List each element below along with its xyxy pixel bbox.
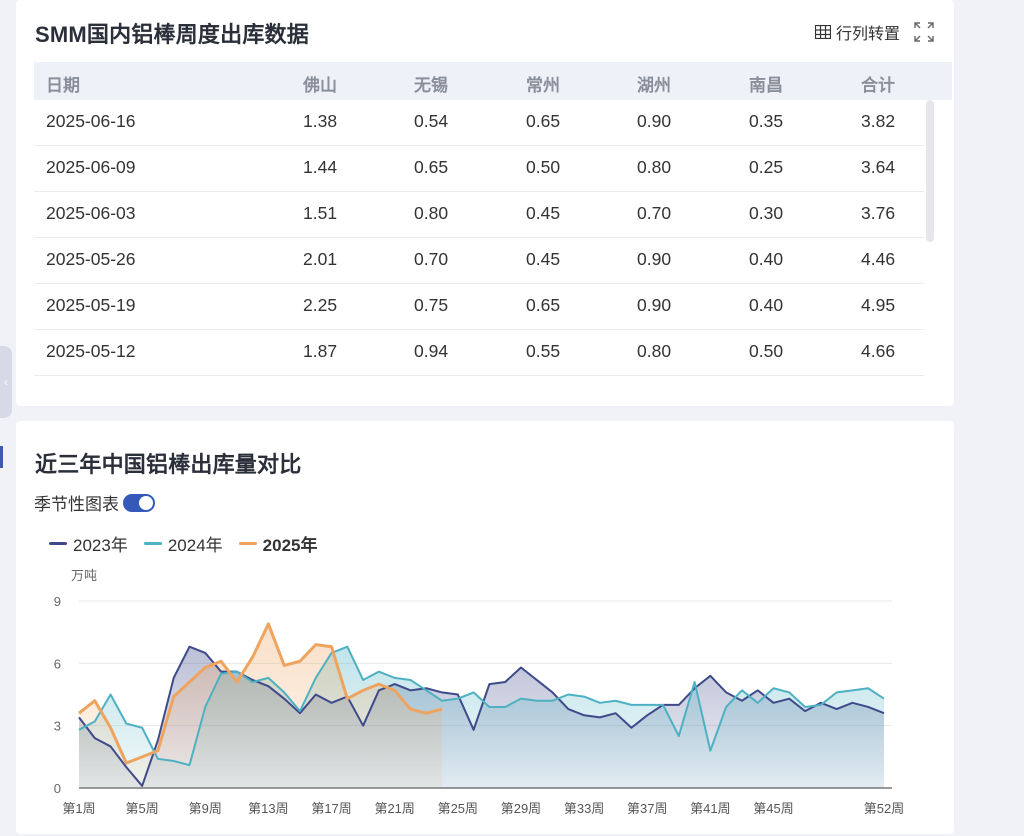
cell-nanchang: 0.40 bbox=[749, 295, 784, 315]
table-body[interactable]: 2025-06-16 1.38 0.54 0.65 0.90 0.35 3.82 2025-0… bbox=[34, 100, 934, 393]
cell-changzhou: 0.65 bbox=[526, 111, 561, 131]
y-tick-label: 0 bbox=[54, 781, 61, 796]
cell-changzhou: 0.50 bbox=[526, 157, 561, 177]
x-tick-label: 第25周 bbox=[438, 801, 478, 816]
cell-nanchang: 0.40 bbox=[749, 249, 784, 269]
column-header-wuxi: 无锡 bbox=[414, 76, 448, 95]
comparison-chart-card: 近三年中国铝棒出库量对比 季节性图表 2023年 2024年 2025年 万吨 0 3 6… bbox=[16, 421, 954, 834]
cell-total: 3.82 bbox=[861, 111, 896, 131]
y-tick-label: 6 bbox=[54, 656, 61, 671]
x-tick-label: 第5周 bbox=[126, 801, 159, 816]
cell-total: 3.64 bbox=[861, 157, 896, 177]
cell-huzhou: 0.80 bbox=[637, 341, 672, 361]
chart-plot: 万吨 0 3 6 9 第1周 第5周 第9周 第13周 第17周 第21周 第25周 第29周 第33周 第… bbox=[54, 568, 904, 816]
y-tick-label: 3 bbox=[54, 719, 61, 734]
cell-huzhou: 0.70 bbox=[637, 203, 672, 223]
cell-date: 2025-06-09 bbox=[46, 157, 136, 177]
table-row[interactable]: 2025-06-09 1.44 0.65 0.50 0.80 0.25 3.64 bbox=[34, 146, 924, 192]
x-tick-label: 第41周 bbox=[690, 801, 730, 816]
cell-total: 4.66 bbox=[861, 341, 896, 361]
cell-huzhou: 0.90 bbox=[637, 111, 672, 131]
cell-huzhou: 0.80 bbox=[637, 157, 672, 177]
cell-wuxi: 0.65 bbox=[414, 157, 449, 177]
x-tick-label: 第1周 bbox=[62, 801, 95, 816]
cell-date: 2025-05-26 bbox=[46, 249, 136, 269]
column-header-huzhou: 湖州 bbox=[637, 76, 671, 95]
cell-wuxi: 0.75 bbox=[414, 295, 449, 315]
cell-foshan: 1.44 bbox=[303, 157, 338, 177]
cell-wuxi: 0.94 bbox=[414, 341, 449, 361]
table-toolbar: 行列转置 bbox=[814, 20, 934, 44]
x-tick-label: 第45周 bbox=[753, 801, 793, 816]
column-header-foshan: 佛山 bbox=[303, 76, 337, 95]
cell-changzhou: 0.65 bbox=[526, 295, 561, 315]
cell-date: 2025-05-12 bbox=[46, 341, 136, 361]
cell-nanchang: 0.50 bbox=[749, 341, 784, 361]
series-area bbox=[79, 623, 443, 788]
cell-nanchang: 0.35 bbox=[749, 111, 784, 131]
cell-foshan: 2.01 bbox=[303, 249, 338, 269]
x-tick-label: 第29周 bbox=[501, 801, 541, 816]
cell-total: 3.76 bbox=[861, 203, 896, 223]
x-tick-label: 第21周 bbox=[374, 801, 414, 816]
sidebar-collapse-handle[interactable]: ‹ bbox=[0, 346, 12, 418]
column-header-nanchang: 南昌 bbox=[749, 76, 783, 95]
cell-total: 4.95 bbox=[861, 295, 896, 315]
cell-changzhou: 0.45 bbox=[526, 203, 561, 223]
x-tick-label: 第52周 bbox=[864, 801, 904, 816]
cell-wuxi: 0.54 bbox=[414, 111, 449, 131]
cell-total: 4.46 bbox=[861, 249, 896, 269]
chevron-left-icon: ‹ bbox=[4, 375, 8, 389]
x-tick-label: 第13周 bbox=[248, 801, 288, 816]
side-active-marker bbox=[0, 446, 3, 468]
column-header-total: 合计 bbox=[861, 76, 895, 95]
x-tick-label: 第9周 bbox=[189, 801, 222, 816]
table-grid-icon bbox=[814, 25, 831, 39]
cell-date: 2025-06-16 bbox=[46, 111, 136, 131]
table-row[interactable]: 2025-05-12 1.87 0.94 0.55 0.80 0.50 4.66 bbox=[34, 330, 924, 376]
cell-date: 2025-05-19 bbox=[46, 295, 136, 315]
column-header-changzhou: 常州 bbox=[526, 76, 560, 95]
table-row[interactable]: 2025-06-03 1.51 0.80 0.45 0.70 0.30 3.76 bbox=[34, 192, 924, 238]
x-tick-label: 第17周 bbox=[311, 801, 351, 816]
table-scrollbar[interactable] bbox=[926, 100, 934, 242]
outbound-table-card: SMM国内铝棒周度出库数据 行列转置 日期 佛山 无锡 常州 湖州 南昌 合计 … bbox=[16, 0, 954, 406]
y-tick-label: 9 bbox=[54, 594, 61, 609]
table-row[interactable]: 2025-05-26 2.01 0.70 0.45 0.90 0.40 4.46 bbox=[34, 238, 924, 284]
table-row[interactable]: 2025-05-19 2.25 0.75 0.65 0.90 0.40 4.95 bbox=[34, 284, 924, 330]
y-axis-unit: 万吨 bbox=[71, 568, 97, 583]
cell-nanchang: 0.30 bbox=[749, 203, 784, 223]
cell-wuxi: 0.70 bbox=[414, 249, 449, 269]
cell-huzhou: 0.90 bbox=[637, 249, 672, 269]
cell-foshan: 1.51 bbox=[303, 203, 338, 223]
cell-foshan: 2.25 bbox=[303, 295, 338, 315]
table-title: SMM国内铝棒周度出库数据 bbox=[35, 22, 309, 47]
column-header-date: 日期 bbox=[46, 76, 80, 95]
cell-huzhou: 0.90 bbox=[637, 295, 672, 315]
table-header: 日期 佛山 无锡 常州 湖州 南昌 合计 bbox=[34, 62, 952, 100]
fullscreen-icon[interactable] bbox=[914, 22, 934, 42]
table-row[interactable]: 2025-06-16 1.38 0.54 0.65 0.90 0.35 3.82 bbox=[34, 100, 924, 146]
cell-changzhou: 0.45 bbox=[526, 249, 561, 269]
cell-wuxi: 0.80 bbox=[414, 203, 449, 223]
cell-date: 2025-06-03 bbox=[46, 203, 136, 223]
transpose-button[interactable]: 行列转置 bbox=[814, 20, 900, 44]
transpose-label: 行列转置 bbox=[835, 26, 900, 43]
cell-changzhou: 0.55 bbox=[526, 341, 561, 361]
x-tick-label: 第37周 bbox=[627, 801, 667, 816]
cell-foshan: 1.38 bbox=[303, 111, 338, 131]
x-tick-label: 第33周 bbox=[564, 801, 604, 816]
cell-nanchang: 0.25 bbox=[749, 157, 784, 177]
cell-foshan: 1.87 bbox=[303, 341, 338, 361]
